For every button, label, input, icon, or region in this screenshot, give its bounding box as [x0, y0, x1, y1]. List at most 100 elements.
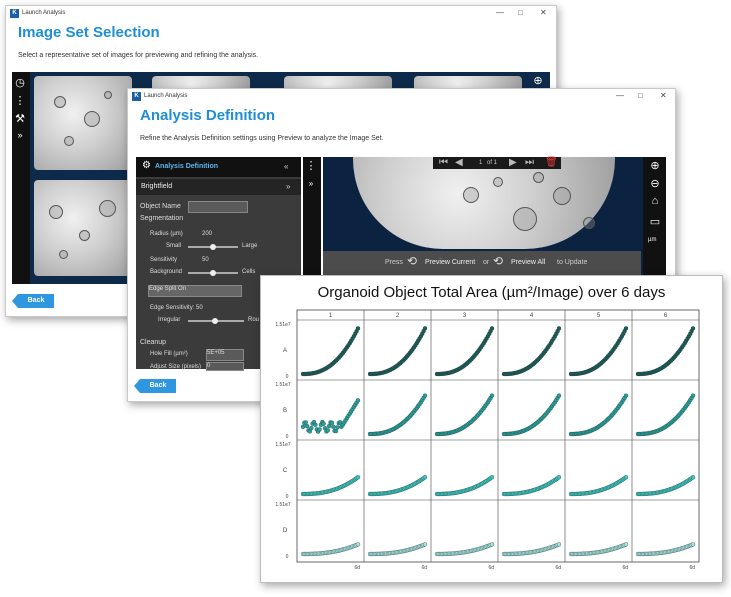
data-point [313, 422, 318, 427]
side-toolbar: ◷ ⋮ ⚒ » [12, 72, 30, 284]
data-point [329, 420, 335, 425]
maximize-button[interactable]: □ [518, 8, 523, 17]
data-point [355, 542, 361, 547]
gear-icon: ⚙ [142, 160, 151, 171]
cleanup-label: Cleanup [140, 339, 167, 346]
data-point [303, 420, 308, 425]
expand-icon[interactable]: » [303, 179, 319, 188]
preview-all-icon[interactable]: ⟲ [493, 254, 503, 268]
data-point [623, 542, 629, 547]
cells-label: Cells [242, 269, 256, 275]
expand-icon[interactable]: » [12, 130, 28, 140]
x-end-label: 6d [354, 565, 360, 571]
sliders-icon[interactable]: ⋮ [303, 159, 319, 172]
y-top-label: 1.51e7 [275, 502, 291, 508]
sensitivity-slider[interactable] [188, 270, 238, 276]
next-page-icon[interactable]: ▶ [509, 157, 517, 168]
x-end-label: 6d [555, 565, 561, 571]
window-title: Launch Analysis [22, 10, 66, 16]
ruler-icon[interactable]: ▭ [647, 215, 663, 228]
image-thumbnail[interactable] [34, 180, 132, 276]
hole-fill-field[interactable]: 5E+05 [206, 349, 244, 361]
back-button[interactable]: Back [134, 379, 176, 393]
last-page-icon[interactable]: ⏭ [525, 157, 534, 168]
x-end-label: 6d [622, 565, 628, 571]
y-bottom-label: 0 [286, 434, 289, 440]
preview-current-icon[interactable]: ⟲ [407, 254, 417, 268]
title-bar: K Launch Analysis — □ ✕ [128, 89, 675, 104]
image-thumbnail[interactable] [34, 76, 132, 170]
prev-page-icon[interactable]: ◀ [455, 157, 463, 168]
round-label: Rou [248, 317, 260, 323]
data-point [325, 428, 330, 433]
close-button[interactable]: ✕ [660, 91, 667, 100]
back-button[interactable]: Back [12, 294, 54, 308]
preview-current-button[interactable]: Preview Current [425, 259, 475, 266]
sliders-icon[interactable]: ⋮ [12, 94, 28, 107]
minimize-button[interactable]: — [616, 91, 624, 100]
y-bottom-label: 0 [286, 494, 289, 500]
x-end-label: 6d [689, 565, 695, 571]
home-icon[interactable]: ⌂ [647, 195, 663, 207]
data-point [623, 393, 629, 398]
section-title: Brightfield [141, 183, 173, 190]
page-subtitle: Refine the Analysis Definition settings … [140, 135, 384, 142]
preview-image[interactable] [353, 157, 615, 249]
press-text: Press [385, 259, 403, 266]
data-point [333, 428, 339, 434]
data-point [422, 393, 428, 398]
data-point [331, 424, 336, 429]
section-toggle-icon[interactable]: » [286, 182, 290, 191]
data-point [304, 423, 310, 429]
column-label: 4 [530, 313, 534, 319]
first-page-icon[interactable]: ⏮ [439, 157, 448, 168]
x-end-label: 6d [421, 565, 427, 571]
maximize-button[interactable]: □ [638, 91, 643, 100]
data-point [422, 475, 428, 480]
row-label: D [283, 528, 288, 534]
column-label: 2 [396, 313, 400, 319]
data-point [422, 326, 428, 331]
section-header[interactable]: Brightfield » [136, 179, 301, 195]
page-navigator: ⏮ ◀ 1 of 1 ▶ ⏭ 🗑 [433, 157, 561, 169]
zoom-in-icon[interactable]: ⊕ [647, 159, 663, 172]
preview-all-button[interactable]: Preview All [511, 259, 545, 266]
data-point [556, 475, 562, 480]
radius-slider[interactable] [188, 244, 238, 250]
delete-icon[interactable]: 🗑 [545, 157, 558, 168]
collapse-panel-button[interactable]: « [284, 162, 288, 171]
data-point [690, 542, 696, 547]
data-point [326, 423, 332, 429]
minimize-button[interactable]: — [496, 8, 504, 17]
adjust-size-field[interactable]: 0 [206, 362, 244, 371]
background-label: Background [150, 269, 183, 275]
segmentation-label: Segmentation [140, 215, 184, 222]
row-label: B [283, 408, 287, 414]
hole-fill-label: Hole Fill (µm²) [150, 351, 188, 357]
close-button[interactable]: ✕ [540, 8, 547, 17]
or-text: or [483, 259, 490, 266]
preview-bar: Press ⟲ Preview Current or ⟲ Preview All… [323, 251, 641, 275]
data-point [489, 393, 495, 398]
chart-panel: Organoid Object Total Area (µm²/Image) o… [260, 275, 723, 583]
unit-label: µm [648, 237, 657, 243]
data-point [690, 393, 696, 398]
y-top-label: 1.51e7 [275, 382, 291, 388]
large-label: Large [242, 243, 258, 249]
radius-value: 200 [202, 231, 213, 237]
small-label: Small [166, 243, 182, 249]
data-point [690, 475, 696, 480]
page-subtitle: Select a representative set of images fo… [18, 52, 259, 59]
object-name-field[interactable] [188, 201, 248, 213]
edge-sensitivity-slider[interactable] [188, 318, 244, 324]
adjust-size-label: Adjust Size (pixels) [150, 364, 202, 370]
zoom-in-icon[interactable]: ⊕ [530, 74, 546, 87]
page-title: Image Set Selection [18, 24, 160, 41]
data-point [623, 326, 629, 331]
edge-split-dropdown[interactable]: Edge Split On [148, 285, 242, 297]
data-point [690, 326, 696, 331]
wrench-icon[interactable]: ⚒ [12, 112, 28, 125]
history-icon[interactable]: ◷ [12, 76, 28, 89]
title-bar: K Launch Analysis — □ ✕ [6, 6, 556, 21]
zoom-out-icon[interactable]: ⊖ [647, 177, 663, 190]
